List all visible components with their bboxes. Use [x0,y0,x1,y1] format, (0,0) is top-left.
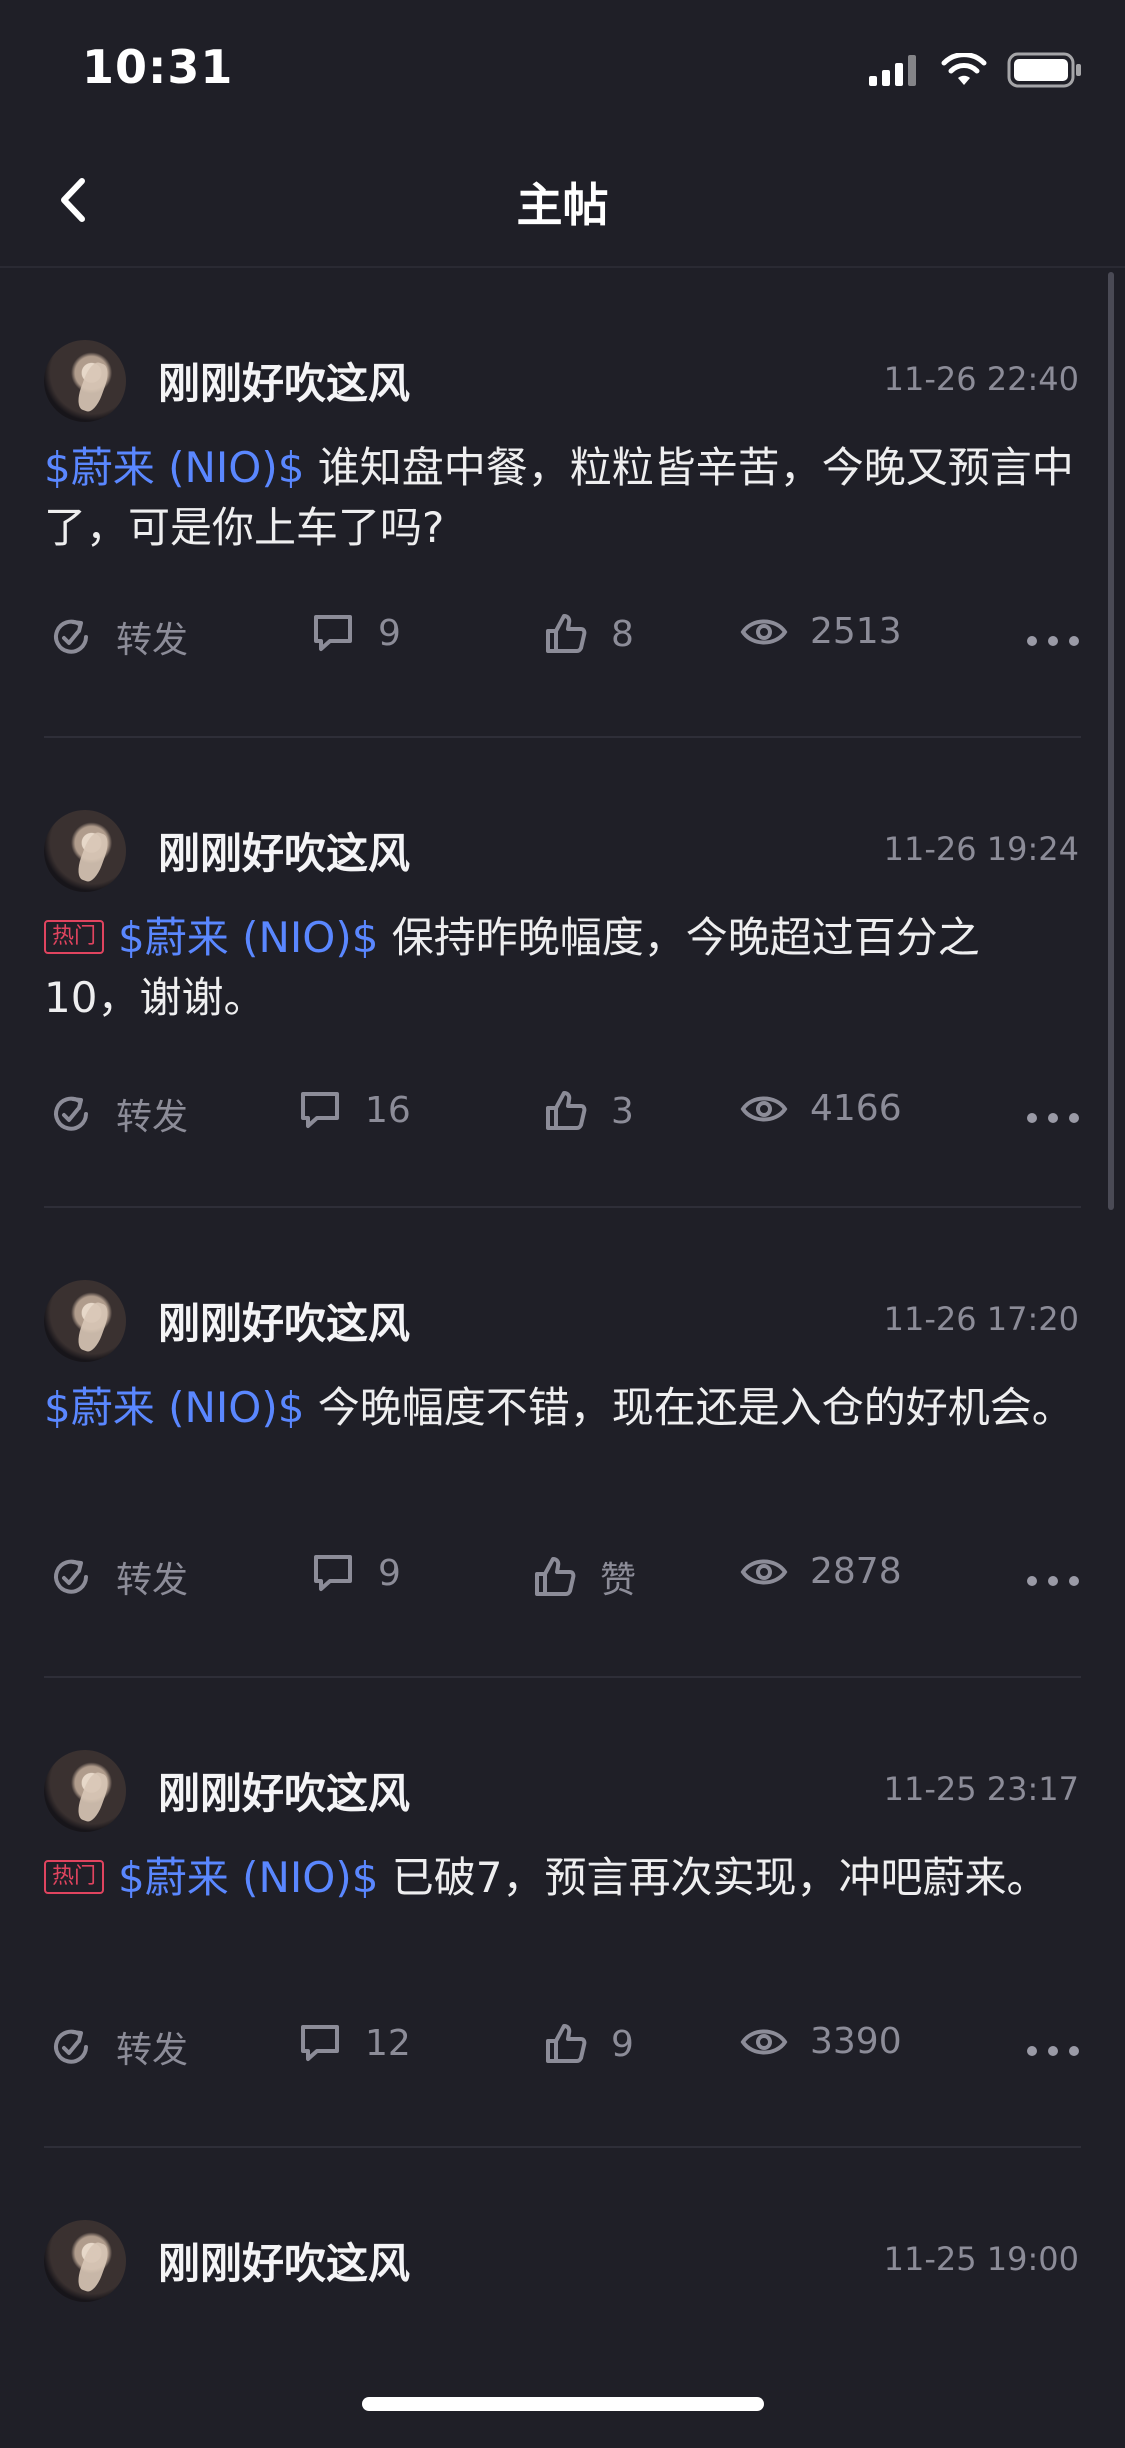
eye-icon [740,619,788,644]
repost-button[interactable]: 转发 [48,1551,188,1603]
repost-button[interactable]: 转发 [48,1088,188,1140]
post-timestamp: 11-25 19:00 [883,2240,1079,2278]
stock-tag-link[interactable]: $蔚来 (NIO)$ [44,1383,304,1432]
views-indicator: 2878 [740,1551,902,1592]
username[interactable]: 刚刚好吹这风 [158,1760,410,1821]
views-indicator: 4166 [740,1088,902,1129]
repost-label: 转发 [116,620,189,661]
views-indicator: 3390 [740,2021,902,2062]
post-actions: 转发 16 3 4166 [0,1088,1125,1148]
username[interactable]: 刚刚好吹这风 [158,1290,410,1351]
thumbs-up-icon [546,614,587,653]
repost-label: 转发 [116,1560,189,1601]
more-dots-icon[interactable] [1027,1113,1079,1123]
eye-icon [740,2029,788,2054]
thumbs-up-icon [546,2024,587,2063]
view-count: 2513 [810,611,902,652]
view-count: 2878 [810,1551,902,1592]
repost-icon [54,1559,88,1594]
post-actions: 转发 12 9 3390 [0,2021,1125,2081]
like-count: 3 [611,1090,634,1132]
like-button[interactable]: 3 [543,1088,634,1134]
cellular-signal-icon [869,55,916,86]
username[interactable]: 刚刚好吹这风 [158,350,410,411]
post-text: 已破7，预言再次实现，冲吧蔚来。 [378,1853,1049,1902]
avatar[interactable] [44,1750,126,1832]
repost-label: 转发 [116,1097,189,1138]
comment-icon [301,1092,339,1128]
avatar[interactable] [44,340,126,422]
post-item[interactable]: 刚刚好吹这风 11-26 19:24 热门 $蔚来 (NIO)$ 保持昨晚幅度，今… [0,738,1125,1208]
post-item[interactable]: 刚刚好吹这风 11-26 22:40 $蔚来 (NIO)$ 谁知盘中餐，粒粒皆辛… [0,268,1125,738]
page-title: 主帖 [516,178,609,232]
post-timestamp: 11-26 17:20 [883,1300,1079,1338]
comment-count: 9 [378,1552,401,1594]
post-text: 今晚幅度不错，现在还是入仓的好机会。 [304,1383,1074,1432]
more-dots-icon[interactable] [1027,1576,1079,1586]
like-count: 赞 [600,1560,637,1601]
comment-button[interactable]: 12 [297,2021,411,2065]
avatar[interactable] [44,2220,126,2302]
hot-badge: 热门 [44,919,105,954]
repost-icon [54,619,88,654]
post-item[interactable]: 刚刚好吹这风 11-26 17:20 $蔚来 (NIO)$ 今晚幅度不错，现在还… [0,1208,1125,1678]
avatar[interactable] [44,810,126,892]
comment-count: 9 [378,612,401,654]
post-timestamp: 11-26 22:40 [883,360,1079,398]
status-icons [869,52,1083,88]
username[interactable]: 刚刚好吹这风 [158,820,410,881]
comment-icon [314,1555,352,1591]
thumbs-up-icon [546,1091,587,1130]
views-indicator: 2513 [740,611,902,652]
more-dots-icon[interactable] [1027,2046,1079,2056]
repost-label: 转发 [116,2030,189,2071]
post-timestamp: 11-25 23:17 [883,1770,1079,1808]
status-time: 10:31 [82,40,234,94]
avatar[interactable] [44,1280,126,1362]
repost-button[interactable]: 转发 [48,2021,188,2073]
view-count: 3390 [810,2021,902,2062]
like-button[interactable]: 8 [543,611,634,657]
post-timestamp: 11-26 19:24 [883,830,1079,868]
eye-icon [740,1559,788,1584]
post-content[interactable]: $蔚来 (NIO)$ 今晚幅度不错，现在还是入仓的好机会。 [44,1378,1074,1438]
comment-button[interactable]: 16 [297,1088,411,1132]
stock-tag-link[interactable]: $蔚来 (NIO)$ [118,913,378,962]
repost-icon [54,1096,88,1131]
like-button[interactable]: 赞 [532,1551,636,1603]
post-content[interactable]: 热门 $蔚来 (NIO)$ 已破7，预言再次实现，冲吧蔚来。 [44,1848,1074,1908]
status-bar: 10:31 [0,0,1125,135]
post-content[interactable]: 热门 $蔚来 (NIO)$ 保持昨晚幅度，今晚超过百分之10，谢谢。 [44,908,1074,1028]
like-button[interactable]: 9 [543,2021,634,2067]
eye-icon [740,1096,788,1121]
wifi-icon [941,53,987,85]
home-indicator[interactable] [362,2397,764,2411]
navigation-bar: 主帖 [0,135,1125,265]
repost-icon [54,2029,88,2064]
comment-button[interactable]: 9 [310,1551,401,1595]
like-count: 9 [611,2023,634,2065]
comment-count: 12 [365,2022,411,2064]
post-item[interactable]: 刚刚好吹这风 11-25 23:17 热门 $蔚来 (NIO)$ 已破7，预言再次… [0,1678,1125,2148]
more-dots-icon[interactable] [1027,636,1079,646]
comment-button[interactable]: 9 [310,611,401,655]
comment-icon [314,615,352,651]
stock-tag-link[interactable]: $蔚来 (NIO)$ [118,1853,378,1902]
comment-count: 16 [365,1089,411,1131]
comment-icon [301,2025,339,2061]
repost-button[interactable]: 转发 [48,611,188,663]
username[interactable]: 刚刚好吹这风 [158,2230,410,2291]
post-content[interactable]: $蔚来 (NIO)$ 谁知盘中餐，粒粒皆辛苦，今晚又预言中了，可是你上车了吗? [44,438,1074,558]
thumbs-up-icon [535,1557,576,1596]
hot-badge: 热门 [44,1859,105,1894]
post-actions: 转发 9 赞 2878 [0,1551,1125,1611]
stock-tag-link[interactable]: $蔚来 (NIO)$ [44,443,304,492]
post-actions: 转发 9 8 2513 [0,611,1125,671]
view-count: 4166 [810,1088,902,1129]
post-feed: 刚刚好吹这风 11-26 22:40 $蔚来 (NIO)$ 谁知盘中餐，粒粒皆辛… [0,268,1125,2448]
battery-icon [1007,52,1081,88]
like-count: 8 [611,613,634,655]
